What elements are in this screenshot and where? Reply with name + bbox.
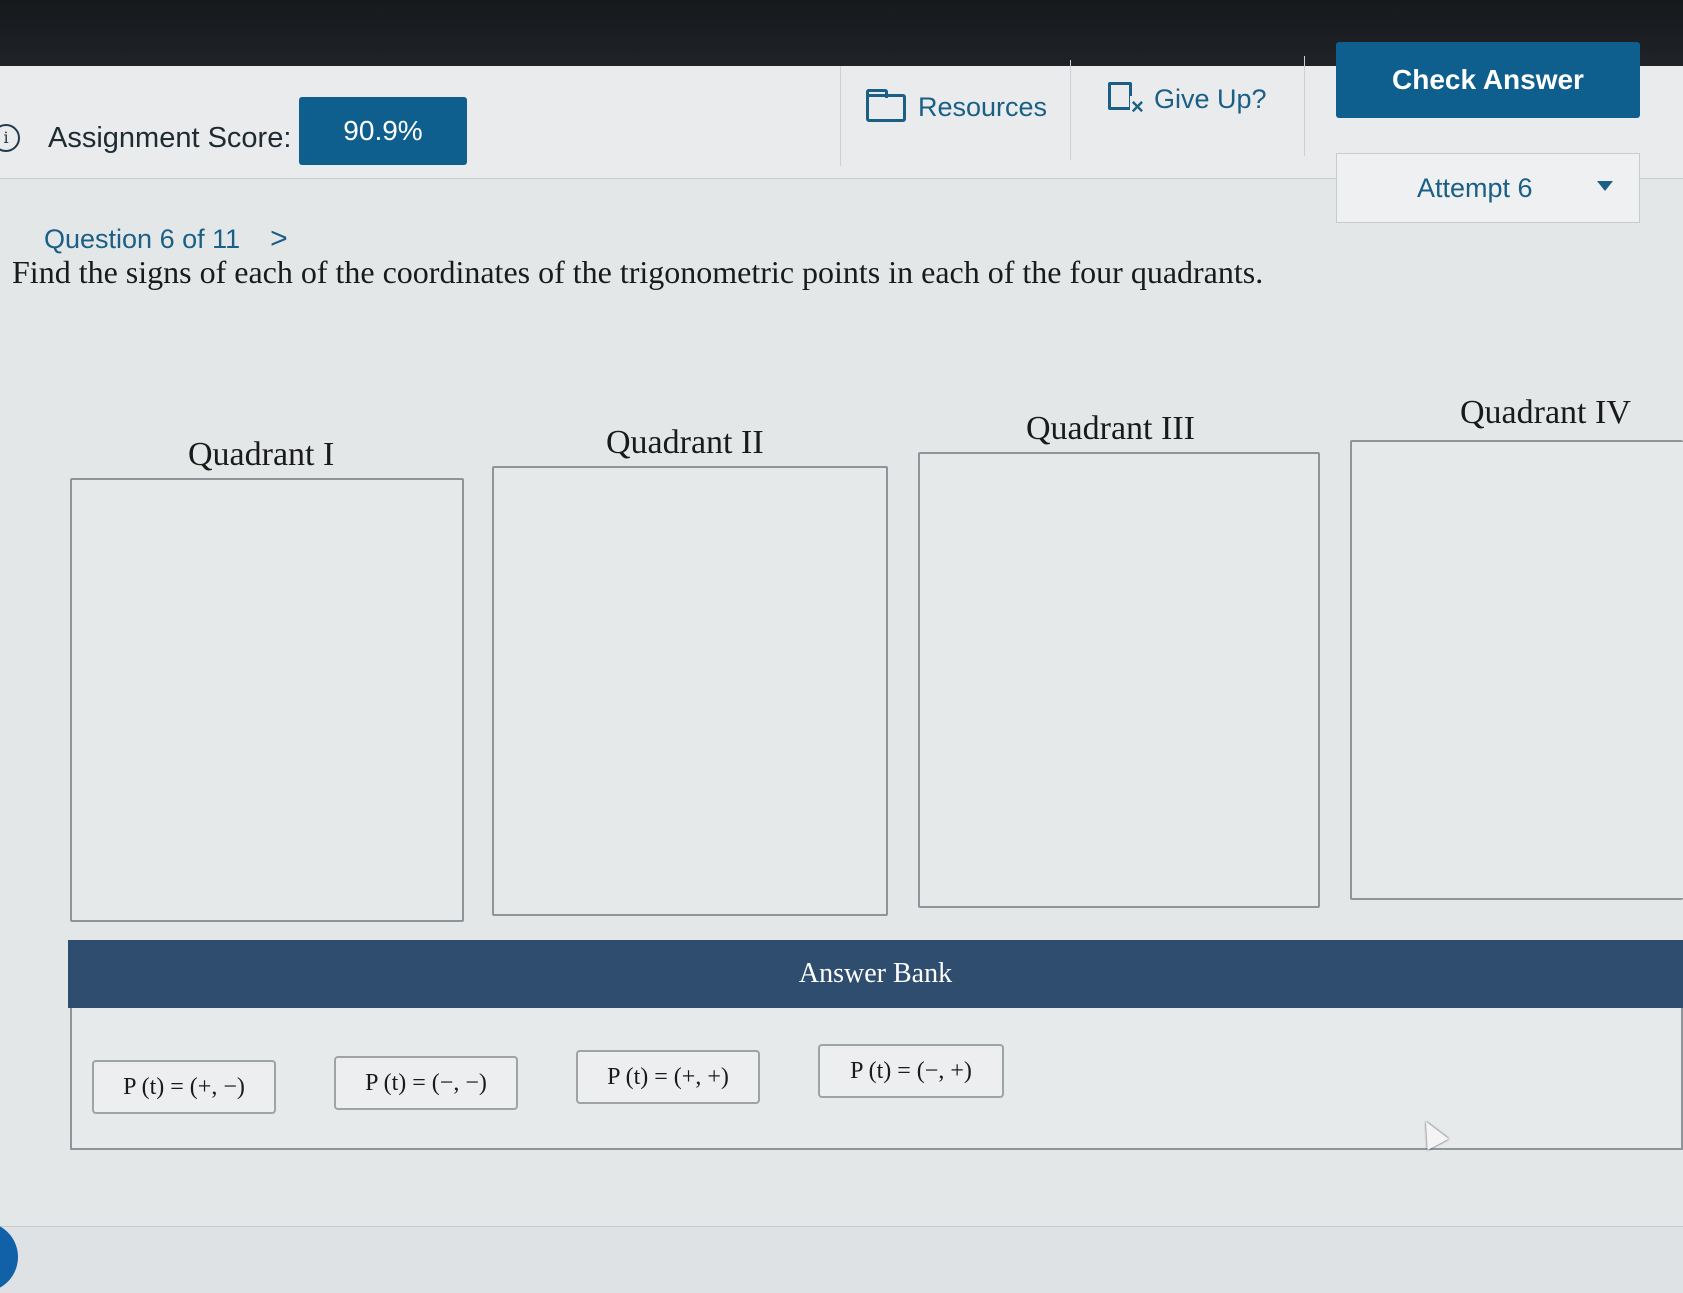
give-up-button[interactable]: × Give Up? (1108, 82, 1267, 118)
chevron-right-icon[interactable]: > (270, 222, 288, 256)
question-prompt: Find the signs of each of the coordinate… (12, 254, 1264, 290)
toolbar-divider (1070, 60, 1071, 160)
resources-label: Resources (918, 92, 1048, 122)
answer-bank-header: Answer Bank (68, 940, 1683, 1008)
folder-icon (866, 88, 906, 122)
caret-down-icon (1597, 181, 1613, 191)
attempt-dropdown[interactable]: Attempt 6 (1336, 153, 1640, 223)
answer-chip-plus-plus[interactable]: P (t) = (+, +) (576, 1050, 760, 1104)
assignment-score-label: Assignment Score: (48, 122, 292, 154)
toolbar-divider (840, 66, 841, 166)
answer-chip-minus-minus[interactable]: P (t) = (−, −) (334, 1056, 518, 1110)
quadrant-3-label: Quadrant III (1026, 410, 1195, 447)
quadrant-4-label: Quadrant IV (1460, 394, 1631, 431)
quadrant-1-label: Quadrant I (188, 436, 335, 473)
answer-chip-minus-plus[interactable]: P (t) = (−, +) (818, 1044, 1004, 1098)
resources-button[interactable]: Resources (866, 88, 1048, 123)
attempt-label: Attempt 6 (1417, 172, 1533, 203)
question-number: Question 6 of 11 (44, 223, 241, 254)
quadrant-4-dropzone[interactable] (1350, 440, 1683, 900)
footer-area (0, 1226, 1683, 1293)
check-answer-button[interactable]: Check Answer (1336, 42, 1640, 118)
assignment-score-badge: 90.9% (299, 97, 467, 165)
quadrant-2-dropzone[interactable] (492, 466, 888, 916)
quadrant-3-dropzone[interactable] (918, 452, 1320, 908)
give-up-label: Give Up? (1154, 83, 1267, 114)
toolbar-divider (1304, 56, 1305, 156)
quadrant-2-label: Quadrant II (606, 424, 764, 461)
give-up-icon: × (1108, 82, 1145, 118)
quadrant-1-dropzone[interactable] (70, 478, 464, 922)
question-navigation: Question 6 of 11 > (44, 222, 288, 256)
answer-chip-plus-minus[interactable]: P (t) = (+, −) (92, 1060, 276, 1114)
